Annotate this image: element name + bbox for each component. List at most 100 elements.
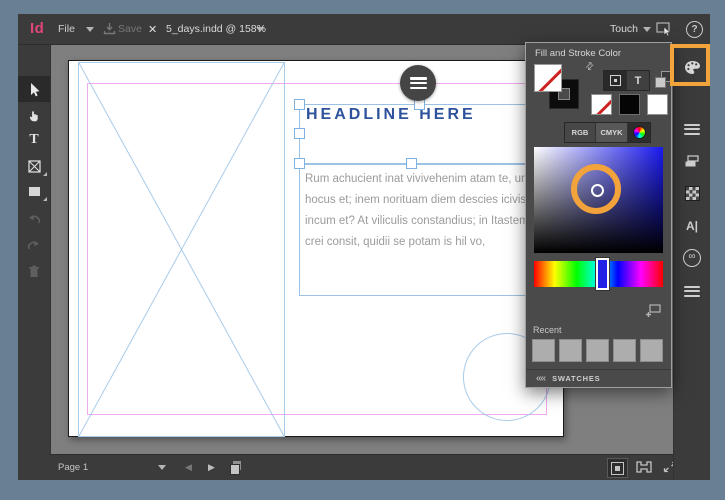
status-bar: Page 1 ◀ ▶ xyxy=(50,454,676,480)
object-icon xyxy=(610,75,621,86)
normal-view-icon xyxy=(611,461,624,475)
help-button[interactable]: ? xyxy=(686,21,703,38)
tools-panel: T xyxy=(18,44,51,480)
selection-arrow-icon xyxy=(31,82,40,96)
fill-stroke-panel: Fill and Stroke Color ⇄ T RGB CMYK Recen… xyxy=(525,42,672,388)
normal-view-button[interactable] xyxy=(607,458,628,478)
rectangle-tool-button[interactable] xyxy=(18,178,50,204)
panel-title: Fill and Stroke Color xyxy=(535,48,622,59)
none-slash-icon xyxy=(592,95,611,114)
indesign-logo: Id xyxy=(30,20,45,37)
layers-panel-button[interactable] xyxy=(674,146,710,176)
tab-rgb[interactable]: RGB xyxy=(565,123,595,142)
tab-color-wheel[interactable] xyxy=(627,123,650,142)
flyout-indicator xyxy=(43,172,47,176)
fill-color-proxy[interactable] xyxy=(534,64,562,92)
flyout-indicator xyxy=(43,197,47,201)
type-tool-button[interactable]: T xyxy=(18,127,50,153)
undo-icon xyxy=(29,215,41,224)
selection-tool-button[interactable] xyxy=(18,76,50,102)
rectangle-icon xyxy=(28,186,40,196)
recent-swatch[interactable] xyxy=(532,339,555,362)
handle-bottom-center[interactable] xyxy=(406,158,417,169)
apply-to-text-button[interactable]: T xyxy=(627,71,649,90)
swatch-white[interactable] xyxy=(647,94,668,115)
tutorial-highlight-box xyxy=(670,44,710,86)
creative-cloud-icon: ∞ xyxy=(683,249,701,267)
workspace-mode[interactable]: Touch xyxy=(610,23,638,35)
color-mode-tabs: RGB CMYK xyxy=(564,122,651,143)
input-mode-icon[interactable] xyxy=(656,21,673,37)
transparency-checker-icon xyxy=(684,185,700,201)
none-slash-icon xyxy=(536,65,561,91)
text-icon: T xyxy=(634,74,642,87)
tab-cmyk[interactable]: CMYK xyxy=(595,123,627,142)
image-placeholder-frame[interactable] xyxy=(78,62,285,437)
handle-left-center[interactable] xyxy=(294,128,305,139)
undo-button xyxy=(18,205,50,231)
mode-caret-icon[interactable] xyxy=(643,27,651,32)
recent-swatch[interactable] xyxy=(586,339,609,362)
swatch-none[interactable] xyxy=(591,94,612,115)
file-menu[interactable]: File xyxy=(58,23,75,35)
document-title[interactable]: 5_days.indd @ 158% xyxy=(166,23,266,35)
trash-icon xyxy=(29,265,39,277)
recent-swatch[interactable] xyxy=(559,339,582,362)
apply-to-object-button[interactable] xyxy=(604,71,627,90)
zoom-caret-icon[interactable] xyxy=(256,27,264,32)
apply-to-toggle: T xyxy=(603,70,650,91)
handle-bottom-left[interactable] xyxy=(294,158,305,169)
page-tool-button[interactable] xyxy=(18,102,50,128)
context-menu-button[interactable] xyxy=(400,65,436,101)
panel-dock: A| ∞ xyxy=(673,44,710,480)
recent-swatch[interactable] xyxy=(640,339,663,362)
headline-text[interactable]: HEADLINE HERE xyxy=(306,106,476,124)
swatch-black[interactable] xyxy=(619,94,640,115)
menu-lines-icon xyxy=(684,123,700,135)
properties-panel-button[interactable] xyxy=(674,114,710,144)
character-styles-icon: A| xyxy=(685,219,699,233)
hue-slider-thumb[interactable] xyxy=(596,258,609,290)
character-panel-button[interactable]: A| xyxy=(674,211,710,241)
color-wheel-icon xyxy=(632,126,646,139)
hand-tool-icon xyxy=(29,111,38,122)
front-square-icon xyxy=(655,77,666,88)
effects-panel-button[interactable] xyxy=(674,178,710,208)
type-tool-icon: T xyxy=(29,132,39,147)
menu-lines-icon xyxy=(684,285,700,297)
top-bar: Id File Save ✕ 5_days.indd @ 158% Touch … xyxy=(18,14,710,45)
file-menu-caret-icon[interactable] xyxy=(86,27,94,32)
swatches-expander[interactable]: «« SWATCHES xyxy=(526,370,671,386)
pages-panel-icon[interactable] xyxy=(230,461,242,475)
page-list-caret-icon[interactable] xyxy=(158,465,166,470)
color-field[interactable] xyxy=(534,147,663,253)
document-page[interactable]: HEADLINE HERE Rum achucient inat viviveh… xyxy=(68,60,564,437)
redo-icon xyxy=(27,241,39,250)
cc-libraries-button[interactable]: ∞ xyxy=(674,243,710,273)
page-indicator[interactable]: Page 1 xyxy=(58,462,88,473)
chevrons-left-icon: «« xyxy=(536,372,546,384)
spread-view-icon xyxy=(635,461,652,473)
menu-icon xyxy=(409,77,427,89)
swap-fill-stroke-icon[interactable]: ⇄ xyxy=(583,60,597,74)
spread-view-button[interactable] xyxy=(634,458,653,476)
placeholder-x-icon xyxy=(79,63,284,436)
rectangle-frame-icon xyxy=(27,159,41,173)
save-icon xyxy=(103,23,116,35)
close-document-icon[interactable]: ✕ xyxy=(148,23,157,36)
add-swatch-icon[interactable] xyxy=(645,304,661,318)
app-window: Id File Save ✕ 5_days.indd @ 158% Touch … xyxy=(18,14,710,480)
dock-menu-button[interactable] xyxy=(674,276,710,306)
frame-tool-button[interactable] xyxy=(18,153,50,179)
recent-swatch[interactable] xyxy=(613,339,636,362)
tutorial-highlight-ring xyxy=(571,164,621,214)
layers-icon xyxy=(685,155,699,167)
handle-top-left[interactable] xyxy=(294,99,305,110)
save-button: Save xyxy=(118,23,142,35)
recent-label: Recent xyxy=(533,325,562,335)
next-page-button[interactable]: ▶ xyxy=(208,462,215,473)
redo-button xyxy=(18,231,50,257)
delete-button xyxy=(18,258,50,284)
swatches-label: SWATCHES xyxy=(552,373,601,383)
previous-page-button: ◀ xyxy=(185,462,192,472)
